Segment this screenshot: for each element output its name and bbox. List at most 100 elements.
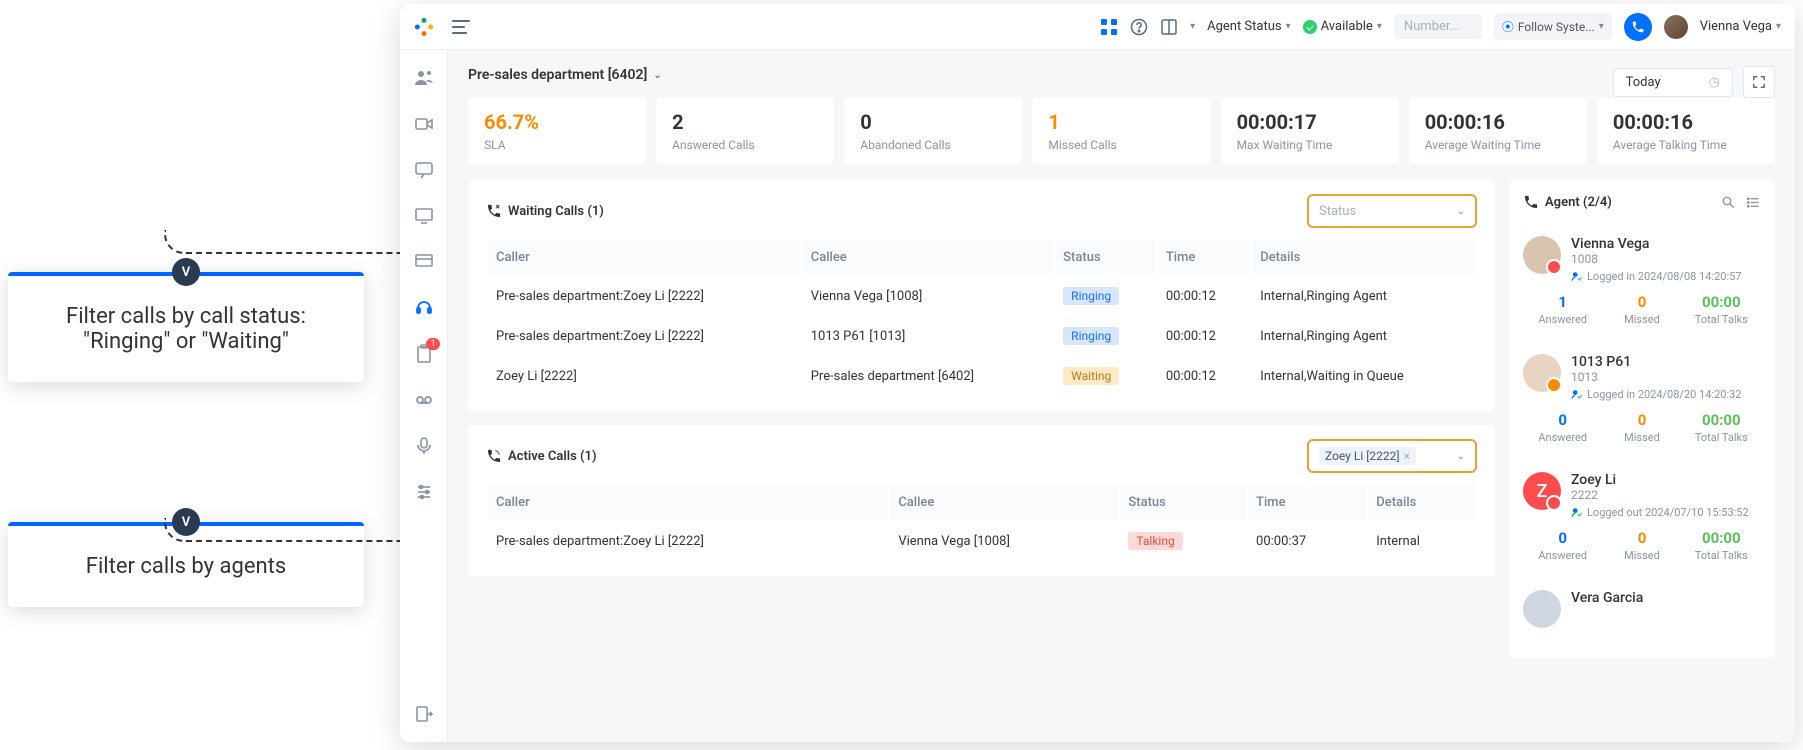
cell-time: 00:00:12 <box>1158 277 1250 315</box>
agent-log-status: Logged in 2024/08/08 14:20:57 <box>1571 270 1761 283</box>
active-calls-table: CallerCalleeStatusTimeDetails Pre-sales … <box>486 483 1477 562</box>
agent-card[interactable]: Vienna Vega 1008 Logged in 2024/08/08 14… <box>1523 224 1761 342</box>
cell-status: Ringing <box>1055 317 1156 355</box>
menu-toggle-icon[interactable] <box>452 20 470 34</box>
agent-card[interactable]: 1013 P61 1013 Logged in 2024/08/20 14:20… <box>1523 342 1761 460</box>
video-icon[interactable] <box>414 114 434 134</box>
panel-title: Waiting Calls (1) <box>486 203 604 219</box>
status-filter-select[interactable]: Status⌄ <box>1307 194 1477 228</box>
monitor-icon[interactable] <box>414 206 434 226</box>
cell-caller: Zoey Li [2222] <box>488 357 801 395</box>
stat-label: Average Talking Time <box>1613 138 1759 152</box>
date-filter[interactable]: Today◷ <box>1613 68 1733 97</box>
call-button[interactable] <box>1624 13 1652 41</box>
chip-remove-icon[interactable]: × <box>1404 449 1410 463</box>
status-badge: Waiting <box>1063 367 1119 385</box>
table-row[interactable]: Pre-sales department:Zoey Li [2222] 1013… <box>488 317 1475 355</box>
agent-filter-select[interactable]: Zoey Li [2222]× ⌄ <box>1307 439 1477 473</box>
cell-details: Internal <box>1368 522 1475 560</box>
agent-avatar: Z <box>1523 472 1561 510</box>
agent-status-dropdown[interactable]: Agent Status▾ <box>1207 19 1291 34</box>
status-badge: Ringing <box>1063 327 1119 345</box>
grid-icon[interactable] <box>1100 18 1118 36</box>
stat-card: 00:00:16 Average Talking Time <box>1597 98 1775 164</box>
agent-answered: 0 <box>1523 411 1602 429</box>
cell-time: 00:00:37 <box>1248 522 1366 560</box>
table-header: Caller <box>488 240 801 275</box>
help-icon[interactable] <box>1130 18 1148 36</box>
agent-extension: 2222 <box>1571 488 1761 502</box>
table-header: Time <box>1158 240 1250 275</box>
agent-name: Zoey Li <box>1571 472 1761 488</box>
mic-icon[interactable] <box>414 436 434 456</box>
exit-icon[interactable] <box>414 704 434 724</box>
filter-chip[interactable]: Zoey Li [2222]× <box>1319 447 1416 465</box>
table-row[interactable]: Pre-sales department:Zoey Li [2222] Vien… <box>488 522 1475 560</box>
voicemail-icon[interactable] <box>414 390 434 410</box>
stat-value: 00:00:17 <box>1237 110 1383 134</box>
agent-talks: 00:00 <box>1682 529 1761 547</box>
search-icon[interactable] <box>1721 195 1736 210</box>
headset-icon[interactable] <box>414 298 434 318</box>
follow-system-dropdown[interactable]: ⦿Follow Syste...▾ <box>1494 13 1612 40</box>
status-badge: Ringing <box>1063 287 1119 305</box>
stat-value: 00:00:16 <box>1613 110 1759 134</box>
cell-details: Internal,Ringing Agent <box>1252 317 1475 355</box>
stat-label: Average Waiting Time <box>1425 138 1571 152</box>
stat-label: Abandoned Calls <box>860 138 1006 152</box>
user-avatar[interactable] <box>1664 15 1688 39</box>
check-circle-icon <box>1303 20 1317 34</box>
agent-card[interactable]: Vera Garcia <box>1523 578 1761 644</box>
contacts-icon[interactable] <box>414 68 434 88</box>
agent-talks: 00:00 <box>1682 411 1761 429</box>
agent-talks: 00:00 <box>1682 293 1761 311</box>
expand-button[interactable] <box>1743 66 1775 98</box>
table-header: Caller <box>488 485 888 520</box>
panel-icon[interactable] <box>1160 18 1178 36</box>
agent-panel: Agent (2/4) Vienna Vega 1008 Logged in 2… <box>1509 180 1775 658</box>
agent-missed: 0 <box>1602 411 1681 429</box>
stat-label: Answered Calls <box>672 138 818 152</box>
table-header: Callee <box>890 485 1118 520</box>
table-row[interactable]: Zoey Li [2222] Pre-sales department [640… <box>488 357 1475 395</box>
app-logo-icon <box>414 17 434 37</box>
agent-panel-title: Agent (2/4) <box>1545 195 1612 210</box>
agent-answered: 1 <box>1523 293 1602 311</box>
agent-extension: 1013 <box>1571 370 1761 384</box>
stat-card: 0 Abandoned Calls <box>844 98 1022 164</box>
stat-value: 66.7% <box>484 110 630 134</box>
topbar: ▾ Agent Status▾ Available▾ Number... ⦿Fo… <box>400 4 1795 50</box>
table-row[interactable]: Pre-sales department:Zoey Li [2222] Vien… <box>488 277 1475 315</box>
list-icon[interactable] <box>1746 195 1761 210</box>
settings-icon[interactable] <box>414 482 434 502</box>
agent-name: Vienna Vega <box>1571 236 1761 252</box>
billboard-icon[interactable] <box>414 252 434 272</box>
connector-curve <box>164 230 188 254</box>
status-badge: Talking <box>1128 532 1182 550</box>
dial-number-input[interactable]: Number... <box>1394 14 1482 39</box>
user-menu[interactable]: Vienna Vega▾ <box>1700 19 1781 34</box>
availability-dropdown[interactable]: Available▾ <box>1303 19 1382 34</box>
agent-name: 1013 P61 <box>1571 354 1761 370</box>
sidebar: 1 <box>400 50 448 742</box>
agent-missed: 0 <box>1602 529 1681 547</box>
queue-selector[interactable]: Pre-sales department [6402]⌄ <box>468 67 662 83</box>
callout-badge: V <box>172 258 200 286</box>
agent-card[interactable]: Z Zoey Li 2222 Logged out 2024/07/10 15:… <box>1523 460 1761 578</box>
cell-status: Talking <box>1120 522 1246 560</box>
agent-log-status: Logged out 2024/07/10 15:53:52 <box>1571 506 1761 519</box>
cell-caller: Pre-sales department:Zoey Li [2222] <box>488 522 888 560</box>
cell-time: 00:00:12 <box>1158 317 1250 355</box>
table-header: Status <box>1055 240 1156 275</box>
cell-status: Waiting <box>1055 357 1156 395</box>
chat-icon[interactable] <box>414 160 434 180</box>
clipboard-icon[interactable]: 1 <box>414 344 434 364</box>
stat-value: 00:00:16 <box>1425 110 1571 134</box>
cell-callee: Vienna Vega [1008] <box>890 522 1118 560</box>
cell-status: Ringing <box>1055 277 1156 315</box>
callout-text: Filter calls by call status: "Ringing" o… <box>66 304 306 354</box>
active-call-icon <box>486 448 502 464</box>
callout-text: Filter calls by agents <box>86 554 286 579</box>
incoming-call-icon <box>486 203 502 219</box>
stat-value: 0 <box>860 110 1006 134</box>
